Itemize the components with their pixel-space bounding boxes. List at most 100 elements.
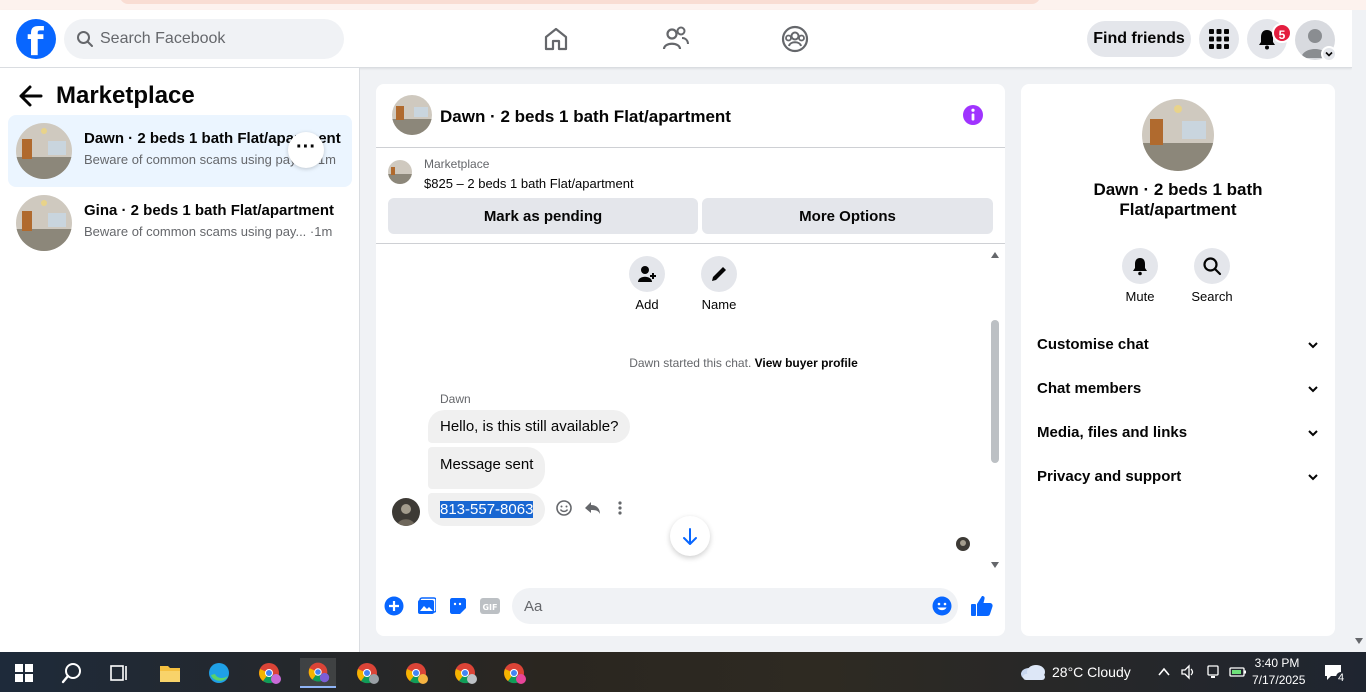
- photo-icon[interactable]: [416, 596, 436, 616]
- browser-top-strip: [0, 0, 1366, 10]
- notification-count-badge: 5: [1272, 23, 1292, 43]
- emoji-icon[interactable]: [932, 596, 952, 616]
- name-chat-button[interactable]: [701, 256, 737, 292]
- chrome-profile-icon[interactable]: [496, 658, 532, 688]
- conversation-snippet: Beware of common scams using pay... ·1m: [84, 224, 333, 239]
- chevron-down-icon: [1308, 342, 1318, 349]
- arrow-down-icon: [683, 528, 697, 545]
- info-icon[interactable]: [962, 104, 984, 126]
- more-options-button[interactable]: More Options: [702, 198, 993, 234]
- chevron-up-icon[interactable]: [1157, 666, 1171, 678]
- back-arrow-icon[interactable]: [18, 84, 44, 108]
- chat-members-section[interactable]: Chat members: [1029, 367, 1327, 411]
- media-files-links-section[interactable]: Media, files and links: [1029, 411, 1327, 455]
- chevron-down-icon: [1308, 386, 1318, 393]
- battery-icon[interactable]: [1229, 665, 1247, 679]
- listing-source: Marketplace: [424, 157, 490, 171]
- search-chat-button[interactable]: [1194, 248, 1230, 284]
- chrome-profile-icon[interactable]: [398, 658, 434, 688]
- sender-avatar[interactable]: [392, 498, 420, 526]
- message-bubble[interactable]: Message sent: [428, 447, 546, 489]
- bell-icon: [1133, 258, 1147, 276]
- listing-avatar[interactable]: [1142, 99, 1214, 171]
- chrome-profile-icon[interactable]: [349, 658, 385, 688]
- add-label: Add: [635, 297, 659, 312]
- gif-icon[interactable]: GIF: [479, 596, 501, 616]
- weather-text[interactable]: 28°C Cloudy: [1052, 664, 1131, 680]
- svg-text:GIF: GIF: [482, 603, 497, 612]
- speaker-icon[interactable]: [1180, 664, 1196, 680]
- chevron-down-icon: [1308, 430, 1318, 437]
- privacy-support-section[interactable]: Privacy and support: [1029, 455, 1327, 499]
- friends-icon[interactable]: [660, 23, 692, 55]
- top-navigation-bar: f Find friends 5: [0, 10, 1352, 68]
- sidebar-title: Marketplace: [56, 82, 195, 109]
- mute-label: Mute: [1125, 289, 1155, 304]
- info-panel-title: Dawn · 2 beds 1 bath Flat/apartment: [1093, 180, 1263, 219]
- home-icon[interactable]: [540, 23, 572, 55]
- chat-title[interactable]: Dawn · 2 beds 1 bath Flat/apartment: [440, 107, 731, 127]
- sender-name: Dawn: [440, 392, 471, 406]
- listing-thumbnail[interactable]: [388, 160, 412, 184]
- conversation-name: Gina · 2 beds 1 bath Flat/apartment: [84, 202, 335, 219]
- task-view-icon[interactable]: [101, 658, 137, 688]
- facebook-logo[interactable]: f: [16, 19, 56, 63]
- mark-as-pending-button[interactable]: Mark as pending: [388, 198, 698, 234]
- edge-browser-icon[interactable]: [201, 658, 237, 688]
- name-label: Name: [701, 297, 737, 312]
- pencil-icon: [712, 267, 726, 281]
- chat-avatar[interactable]: [392, 95, 432, 135]
- chrome-profile-icon[interactable]: [447, 658, 483, 688]
- chrome-profile-icon[interactable]: [300, 658, 336, 688]
- message-bubble[interactable]: Hello, is this still available?: [428, 410, 631, 443]
- search-input[interactable]: [100, 19, 330, 59]
- chat-scrollbar[interactable]: [988, 250, 1002, 572]
- scroll-to-bottom-button[interactable]: [670, 516, 710, 556]
- message-actions: [556, 500, 628, 516]
- react-icon: [556, 500, 572, 516]
- groups-icon[interactable]: [779, 23, 811, 55]
- conversation-sidebar: Marketplace Dawn · 2 beds 1 bath Flat/ap…: [0, 68, 360, 652]
- windows-start-icon[interactable]: [6, 658, 42, 688]
- taskbar-clock[interactable]: 3:40 PM 7/17/2025: [1252, 655, 1305, 689]
- search-icon: [1203, 257, 1222, 276]
- customise-chat-section[interactable]: Customise chat: [1029, 323, 1327, 367]
- file-explorer-icon[interactable]: [152, 658, 188, 688]
- message-input[interactable]: [512, 588, 958, 624]
- listing-banner: Marketplace $825 – 2 beds 1 bath Flat/ap…: [376, 148, 1005, 244]
- menu-button[interactable]: [1199, 19, 1239, 59]
- page-scrollbar[interactable]: [1352, 10, 1366, 652]
- view-buyer-profile-link[interactable]: View buyer profile: [755, 356, 858, 370]
- notification-center-count: 4: [1336, 672, 1347, 684]
- chat-info-panel: Dawn · 2 beds 1 bath Flat/apartment Mute…: [1021, 84, 1335, 636]
- chat-started-notice: Dawn started this chat. View buyer profi…: [629, 356, 858, 370]
- add-person-icon: [638, 266, 656, 282]
- find-friends-button[interactable]: Find friends: [1087, 21, 1191, 57]
- message-bubble-phone[interactable]: 813-557-8063: [428, 493, 546, 526]
- conversation-item-gina[interactable]: Gina · 2 beds 1 bath Flat/apartment Bewa…: [8, 187, 352, 259]
- plus-circle-icon[interactable]: [384, 596, 404, 616]
- taskbar-search-icon[interactable]: [54, 658, 90, 688]
- scrollbar-thumb[interactable]: [991, 320, 999, 463]
- search-box[interactable]: [64, 19, 344, 59]
- app-grid-icon: [1209, 29, 1229, 49]
- mute-button[interactable]: [1122, 248, 1158, 284]
- chat-panel: Dawn · 2 beds 1 bath Flat/apartment Mark…: [376, 84, 1005, 636]
- network-icon[interactable]: [1205, 664, 1221, 680]
- listing-thumbnail: [16, 123, 72, 179]
- chrome-icon[interactable]: [251, 658, 287, 688]
- account-chevron-icon[interactable]: [1321, 46, 1337, 62]
- conversation-item-dawn[interactable]: Dawn · 2 beds 1 bath Flat/apartment Bewa…: [8, 115, 352, 187]
- add-people-button[interactable]: [629, 256, 665, 292]
- chat-header: Dawn · 2 beds 1 bath Flat/apartment: [376, 84, 1005, 148]
- thumbs-up-icon[interactable]: [970, 594, 994, 618]
- windows-taskbar: 28°C Cloudy 3:40 PM 7/17/2025 4: [0, 652, 1366, 692]
- listing-price[interactable]: $825 – 2 beds 1 bath Flat/apartment: [424, 176, 634, 191]
- listing-thumbnail: [16, 195, 72, 251]
- conversation-more-button[interactable]: ···: [288, 132, 324, 168]
- chevron-down-icon: [1308, 474, 1318, 481]
- reply-icon: [585, 502, 600, 514]
- seen-indicator-avatar: [956, 537, 970, 551]
- sticker-icon[interactable]: [448, 596, 468, 616]
- cloudy-weather-icon[interactable]: [1019, 663, 1047, 681]
